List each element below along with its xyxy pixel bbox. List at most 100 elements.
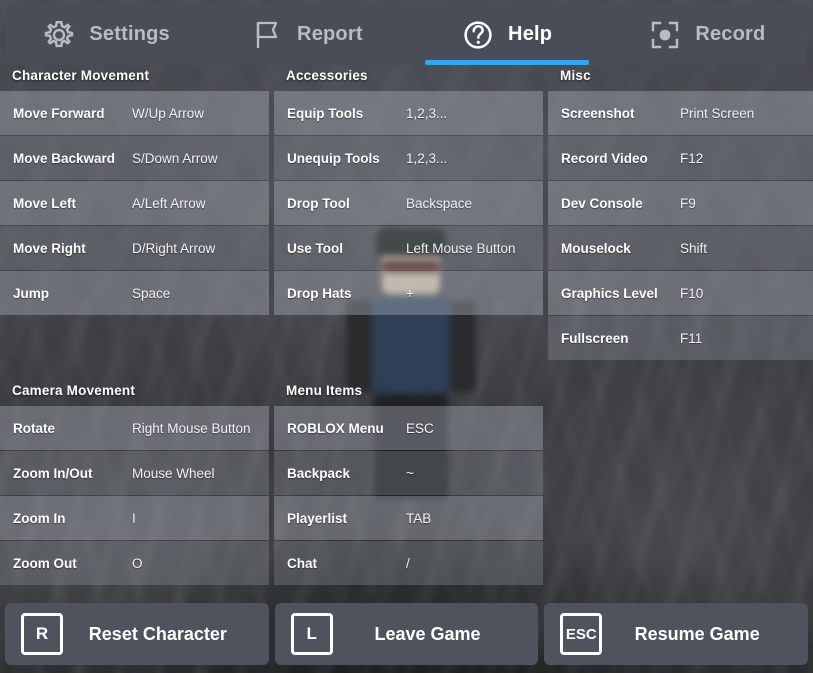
binding-action: Jump [13, 286, 132, 301]
binding-key: + [406, 286, 414, 301]
tab-report[interactable]: Report [206, 4, 406, 65]
keybinding-grid: Character Movement Move Forward W/Up Arr… [0, 68, 813, 586]
binding-key: O [132, 556, 143, 571]
binding-key: TAB [406, 511, 431, 526]
binding-key: Right Mouse Button [132, 421, 251, 436]
section-title: Accessories [274, 68, 543, 91]
section-accessories: Accessories Equip Tools 1,2,3... Unequip… [274, 68, 543, 316]
binding-action: Zoom Out [13, 556, 132, 571]
binding-action: Drop Hats [287, 286, 406, 301]
table-row: Drop Hats + [274, 271, 543, 315]
binding-key: Backspace [406, 196, 472, 211]
binding-key: ~ [406, 466, 414, 481]
binding-action: Move Right [13, 241, 132, 256]
binding-key: Mouse Wheel [132, 466, 215, 481]
binding-action: Move Left [13, 196, 132, 211]
question-circle-icon [461, 18, 495, 52]
table-row: Mouselock Shift [548, 226, 813, 270]
tab-help[interactable]: Help [407, 4, 607, 65]
binding-key: ESC [406, 421, 434, 436]
table-row: Fullscreen F11 [548, 316, 813, 360]
table-row: Zoom Out O [0, 541, 269, 585]
leave-game-key: L [291, 613, 333, 655]
resume-game-key: ESC [560, 613, 602, 655]
section-misc: Misc Screenshot Print Screen Record Vide… [548, 68, 813, 361]
tab-record-label: Record [695, 23, 765, 46]
table-row: Move Backward S/Down Arrow [0, 136, 269, 180]
keybinding-row-top: Character Movement Move Forward W/Up Arr… [0, 68, 813, 361]
tab-settings-label: Settings [89, 23, 170, 46]
binding-key: W/Up Arrow [132, 106, 204, 121]
section-camera-movement: Camera Movement Rotate Right Mouse Butto… [0, 383, 269, 586]
binding-action: Zoom In/Out [13, 466, 132, 481]
record-icon [648, 18, 682, 52]
tab-report-label: Report [297, 23, 363, 46]
reset-character-button[interactable]: R Reset Character [5, 603, 269, 665]
binding-key: Space [132, 286, 170, 301]
binding-action: Chat [287, 556, 406, 571]
table-row: Dev Console F9 [548, 181, 813, 225]
binding-action: Drop Tool [287, 196, 406, 211]
table-row: Zoom In/Out Mouse Wheel [0, 451, 269, 495]
table-row: Graphics Level F10 [548, 271, 813, 315]
keybinding-row-bottom: Camera Movement Rotate Right Mouse Butto… [0, 383, 813, 586]
table-row: Unequip Tools 1,2,3... [274, 136, 543, 180]
binding-action: Equip Tools [287, 106, 406, 121]
binding-key: S/Down Arrow [132, 151, 218, 166]
table-row: Record Video F12 [548, 136, 813, 180]
resume-game-label: Resume Game [620, 624, 808, 645]
section-character-movement: Character Movement Move Forward W/Up Arr… [0, 68, 269, 316]
action-button-bar: R Reset Character L Leave Game ESC Resum… [0, 603, 813, 665]
section-menu-items: Menu Items ROBLOX Menu ESC Backpack ~ Pl… [274, 383, 543, 586]
binding-action: Unequip Tools [287, 151, 406, 166]
binding-action: Graphics Level [561, 286, 680, 301]
binding-key: D/Right Arrow [132, 241, 215, 256]
binding-key: 1,2,3... [406, 151, 447, 166]
leave-game-button[interactable]: L Leave Game [275, 603, 539, 665]
binding-action: Move Forward [13, 106, 132, 121]
table-row: Backpack ~ [274, 451, 543, 495]
binding-action: Fullscreen [561, 331, 680, 346]
binding-action: Move Backward [13, 151, 132, 166]
game-menu-overlay: Settings Report Help [0, 0, 813, 673]
binding-action: Dev Console [561, 196, 680, 211]
tab-record[interactable]: Record [607, 4, 807, 65]
binding-key: Print Screen [680, 106, 754, 121]
table-row: Zoom In I [0, 496, 269, 540]
table-row: Drop Tool Backspace [274, 181, 543, 225]
binding-key: 1,2,3... [406, 106, 447, 121]
menu-tab-bar: Settings Report Help [6, 4, 807, 65]
leave-game-label: Leave Game [351, 624, 539, 645]
tab-settings[interactable]: Settings [6, 4, 206, 65]
binding-action: Use Tool [287, 241, 406, 256]
binding-action: Mouselock [561, 241, 680, 256]
table-row: Move Left A/Left Arrow [0, 181, 269, 225]
table-row: Chat / [274, 541, 543, 585]
reset-character-label: Reset Character [81, 624, 269, 645]
binding-action: Playerlist [287, 511, 406, 526]
table-row: Move Forward W/Up Arrow [0, 91, 269, 135]
tab-help-label: Help [508, 23, 552, 46]
table-row: Move Right D/Right Arrow [0, 226, 269, 270]
binding-action: Zoom In [13, 511, 132, 526]
binding-action: Rotate [13, 421, 132, 436]
binding-key: Shift [680, 241, 707, 256]
section-title: Camera Movement [0, 383, 269, 406]
resume-game-button[interactable]: ESC Resume Game [544, 603, 808, 665]
binding-key: I [132, 511, 136, 526]
gear-icon [42, 18, 76, 52]
binding-key: A/Left Arrow [132, 196, 206, 211]
table-row: Jump Space [0, 271, 269, 315]
binding-action: ROBLOX Menu [287, 421, 406, 436]
binding-key: Left Mouse Button [406, 241, 516, 256]
binding-key: F9 [680, 196, 696, 211]
section-spacer [0, 361, 813, 383]
binding-action: Record Video [561, 151, 680, 166]
table-row: Rotate Right Mouse Button [0, 406, 269, 450]
section-title: Misc [548, 68, 813, 91]
binding-action: Backpack [287, 466, 406, 481]
binding-key: F10 [680, 286, 703, 301]
table-row: Playerlist TAB [274, 496, 543, 540]
binding-key: / [406, 556, 410, 571]
table-row: ROBLOX Menu ESC [274, 406, 543, 450]
